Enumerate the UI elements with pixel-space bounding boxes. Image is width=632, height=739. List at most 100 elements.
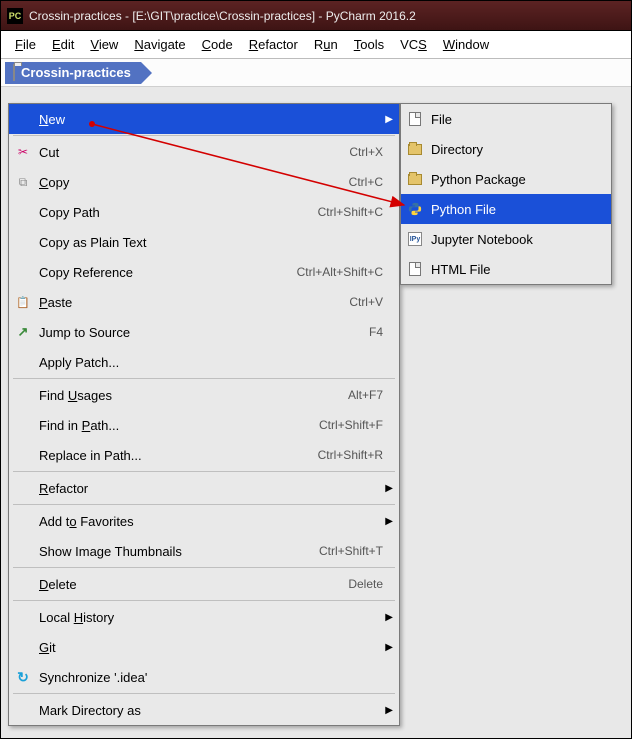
menu-item-show-image-thumbnails[interactable]: Show Image ThumbnailsCtrl+Shift+T: [9, 536, 399, 566]
file-icon: [407, 111, 423, 127]
menu-item-label: Synchronize '.idea': [39, 670, 389, 685]
menu-tools[interactable]: Tools: [346, 33, 392, 56]
menu-item-label: Git: [39, 640, 389, 655]
separator: [13, 471, 395, 472]
breadcrumb[interactable]: Crossin-practices: [5, 62, 141, 84]
separator: [13, 693, 395, 694]
menu-item-git[interactable]: Git▶: [9, 632, 399, 662]
submenu-arrow-icon: ▶: [385, 642, 393, 653]
shortcut: Delete: [348, 577, 389, 591]
paste-icon: [15, 294, 31, 310]
submenu-item-python-file[interactable]: Python File: [401, 194, 611, 224]
shortcut: Ctrl+V: [349, 295, 389, 309]
menu-item-label: Jump to Source: [39, 325, 369, 340]
submenu-arrow-icon: ▶: [385, 516, 393, 527]
menu-file[interactable]: File: [7, 33, 44, 56]
submenu-arrow-icon: ▶: [385, 483, 393, 494]
separator: [13, 378, 395, 379]
menu-item-label: Paste: [39, 295, 349, 310]
menu-item-new[interactable]: New▶: [9, 104, 399, 134]
menu-item-label: Delete: [39, 577, 348, 592]
submenu-arrow-icon: ▶: [385, 612, 393, 623]
submenu-item-label: Python File: [431, 202, 496, 217]
menu-code[interactable]: Code: [194, 33, 241, 56]
separator: [13, 567, 395, 568]
menu-item-label: Local History: [39, 610, 389, 625]
menu-navigate[interactable]: Navigate: [126, 33, 193, 56]
shortcut: Alt+F7: [348, 388, 389, 402]
submenu-item-label: Python Package: [431, 172, 526, 187]
sync-icon: [15, 669, 31, 685]
titlebar[interactable]: PC Crossin-practices - [E:\GIT\practice\…: [1, 1, 631, 31]
menu-item-paste[interactable]: PasteCtrl+V: [9, 287, 399, 317]
menu-item-jump-to-source[interactable]: Jump to SourceF4: [9, 317, 399, 347]
menu-item-apply-patch-[interactable]: Apply Patch...: [9, 347, 399, 377]
menu-item-label: Apply Patch...: [39, 355, 389, 370]
menu-item-label: Show Image Thumbnails: [39, 544, 319, 559]
folder-icon: [407, 171, 423, 187]
menu-item-copy-path[interactable]: Copy PathCtrl+Shift+C: [9, 197, 399, 227]
window-title: Crossin-practices - [E:\GIT\practice\Cro…: [29, 9, 416, 23]
menu-item-label: Find Usages: [39, 388, 348, 403]
context-menu: New▶CutCtrl+XCopyCtrl+CCopy PathCtrl+Shi…: [8, 103, 400, 726]
menu-item-refactor[interactable]: Refactor▶: [9, 473, 399, 503]
menu-item-copy-as-plain-text[interactable]: Copy as Plain Text: [9, 227, 399, 257]
breadcrumb-label: Crossin-practices: [21, 65, 131, 80]
separator: [13, 600, 395, 601]
menu-item-label: New: [39, 112, 389, 127]
folder-icon: [13, 65, 15, 80]
menu-item-add-to-favorites[interactable]: Add to Favorites▶: [9, 506, 399, 536]
menu-item-label: Copy Path: [39, 205, 318, 220]
menu-item-find-in-path-[interactable]: Find in Path...Ctrl+Shift+F: [9, 410, 399, 440]
separator: [13, 135, 395, 136]
separator: [13, 504, 395, 505]
menubar: FileEditViewNavigateCodeRefactorRunTools…: [1, 31, 631, 59]
app-icon: PC: [7, 8, 23, 24]
submenu-item-file[interactable]: File: [401, 104, 611, 134]
shortcut: Ctrl+Shift+C: [318, 205, 389, 219]
menu-item-local-history[interactable]: Local History▶: [9, 602, 399, 632]
menu-run[interactable]: Run: [306, 33, 346, 56]
submenu-item-python-package[interactable]: Python Package: [401, 164, 611, 194]
shortcut: Ctrl+X: [349, 145, 389, 159]
submenu-item-label: File: [431, 112, 452, 127]
menu-edit[interactable]: Edit: [44, 33, 82, 56]
menu-item-label: Copy as Plain Text: [39, 235, 389, 250]
menu-item-label: Add to Favorites: [39, 514, 389, 529]
folder-icon: [407, 141, 423, 157]
shortcut: Ctrl+Shift+T: [319, 544, 389, 558]
menu-item-delete[interactable]: DeleteDelete: [9, 569, 399, 599]
menu-window[interactable]: Window: [435, 33, 497, 56]
submenu-item-label: HTML File: [431, 262, 490, 277]
menu-item-mark-directory-as[interactable]: Mark Directory as▶: [9, 695, 399, 725]
shortcut: Ctrl+Shift+R: [318, 448, 389, 462]
menu-item-label: Copy: [39, 175, 349, 190]
submenu-item-label: Directory: [431, 142, 483, 157]
menu-refactor[interactable]: Refactor: [241, 33, 306, 56]
copy-icon: [15, 174, 31, 190]
menu-item-label: Copy Reference: [39, 265, 297, 280]
menu-view[interactable]: View: [82, 33, 126, 56]
menu-item-copy[interactable]: CopyCtrl+C: [9, 167, 399, 197]
menu-vcs[interactable]: VCS: [392, 33, 435, 56]
submenu-item-directory[interactable]: Directory: [401, 134, 611, 164]
shortcut: Ctrl+Shift+F: [319, 418, 389, 432]
breadcrumb-bar: Crossin-practices: [1, 59, 631, 87]
menu-item-find-usages[interactable]: Find UsagesAlt+F7: [9, 380, 399, 410]
menu-item-cut[interactable]: CutCtrl+X: [9, 137, 399, 167]
submenu-item-html-file[interactable]: HTML File: [401, 254, 611, 284]
shortcut: Ctrl+Alt+Shift+C: [297, 265, 389, 279]
menu-item-label: Cut: [39, 145, 349, 160]
submenu-item-jupyter-notebook[interactable]: IPyJupyter Notebook: [401, 224, 611, 254]
jump-icon: [15, 324, 31, 340]
menu-item-synchronize-idea-[interactable]: Synchronize '.idea': [9, 662, 399, 692]
menu-item-label: Refactor: [39, 481, 389, 496]
jp-icon: IPy: [407, 231, 423, 247]
shortcut: Ctrl+C: [349, 175, 389, 189]
menu-item-copy-reference[interactable]: Copy ReferenceCtrl+Alt+Shift+C: [9, 257, 399, 287]
submenu-arrow-icon: ▶: [385, 705, 393, 716]
shortcut: F4: [369, 325, 389, 339]
menu-item-label: Mark Directory as: [39, 703, 389, 718]
menu-item-replace-in-path-[interactable]: Replace in Path...Ctrl+Shift+R: [9, 440, 399, 470]
new-submenu: File Directory Python Package Python File IP…: [400, 103, 612, 285]
